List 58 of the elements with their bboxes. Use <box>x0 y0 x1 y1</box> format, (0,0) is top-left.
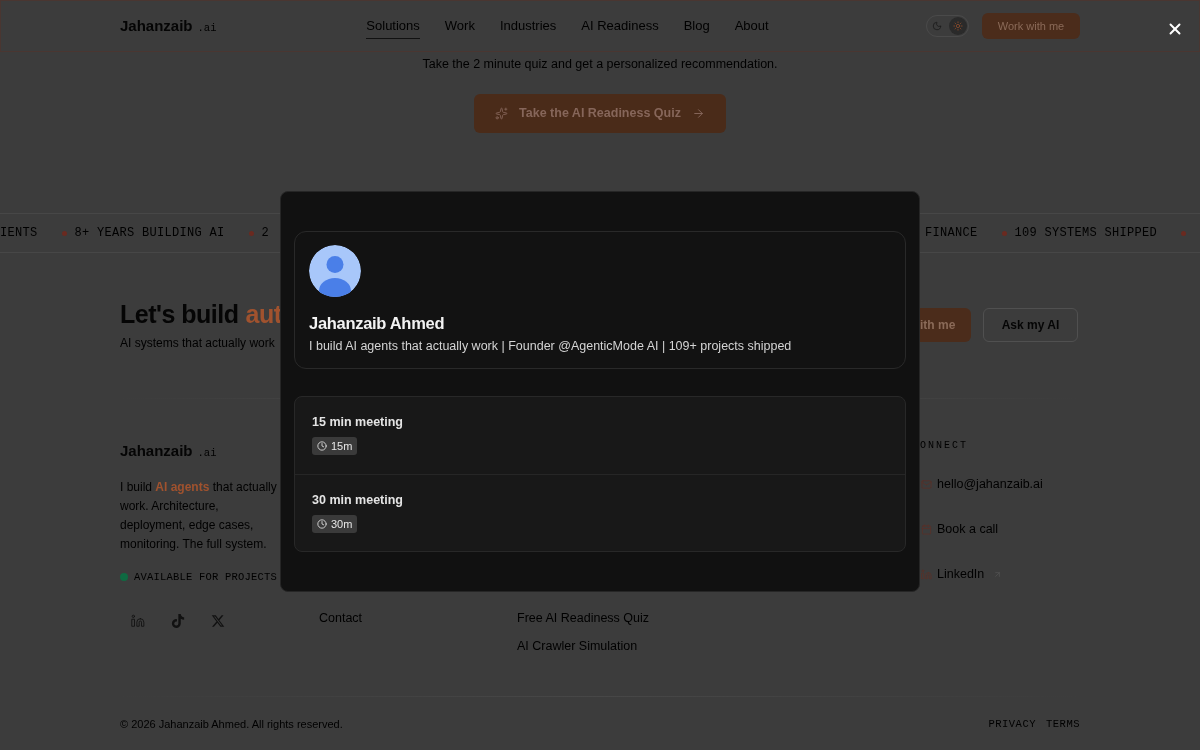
event-row[interactable]: 15 min meeting 15m <box>295 397 905 474</box>
nav-link[interactable]: Work <box>444 14 475 38</box>
ticker-text: FINANCE <box>925 225 978 241</box>
connect-heading: ONNECT <box>920 440 968 452</box>
nav-link[interactable]: About <box>734 14 769 38</box>
work-with-me-button[interactable]: Work with me <box>982 13 1080 39</box>
mail-icon <box>921 478 932 490</box>
person-avatar-icon <box>309 245 361 297</box>
quiz-button[interactable]: Take the AI Readiness Quiz <box>474 94 726 133</box>
nav-link[interactable]: Industries <box>499 14 557 38</box>
duration-badge: 30m <box>312 515 358 533</box>
sun-icon[interactable] <box>949 17 967 35</box>
event-title: 30 min meeting <box>312 492 403 509</box>
linkedin-icon <box>921 568 932 580</box>
logo-suffix: .ai <box>197 20 217 36</box>
bullet-icon <box>61 230 67 236</box>
availability-status: AVAILABLE FOR PROJECTS <box>134 570 278 584</box>
bullet-icon <box>1181 230 1187 236</box>
calendar-icon <box>921 523 932 535</box>
connect-link[interactable]: Book a call <box>937 519 999 539</box>
nav-link[interactable]: Solutions <box>366 13 420 39</box>
ticker-text: 8+ YEARS BUILDING AI <box>74 225 225 241</box>
event-title: 15 min meeting <box>312 414 403 431</box>
legal-link[interactable]: TERMS <box>1046 717 1080 731</box>
footer-link[interactable]: Contact <box>319 608 363 628</box>
profile-name: Jahanzaib Ahmed <box>309 313 446 334</box>
clock-icon <box>317 519 327 529</box>
ticker-text: 2 <box>261 225 270 241</box>
footer-link[interactable]: Free AI Readiness Quiz <box>517 608 649 628</box>
ticker-text: IENTS <box>0 225 38 241</box>
bullet-icon <box>1001 230 1007 236</box>
event-row[interactable]: 30 min meeting 30m <box>295 474 905 551</box>
ticker-text: 109 SYSTEMS SHIPPED <box>1014 225 1158 241</box>
bullet-icon <box>248 230 254 236</box>
connect-link[interactable]: hello@jahanzaib.ai <box>937 474 1043 494</box>
close-icon <box>1166 20 1184 38</box>
footer-logo-suffix: .ai <box>197 446 217 461</box>
duration-badge: 15m <box>312 437 358 455</box>
quiz-subtitle: Take the 2 minute quiz and get a personalized recommendation. <box>422 56 778 73</box>
tiktok-icon[interactable] <box>171 614 185 628</box>
connect-link[interactable]: LinkedIn <box>937 564 985 584</box>
footer-logo-text[interactable]: Jahanzaib <box>120 440 193 462</box>
x-logo-icon[interactable] <box>211 614 225 628</box>
nav-link[interactable]: AI Readiness <box>581 14 659 38</box>
work-with-me-button[interactable]: ith me <box>919 308 971 342</box>
legal-link[interactable]: PRIVACY <box>988 717 1036 731</box>
clock-icon <box>317 441 327 451</box>
close-button[interactable] <box>1166 20 1184 38</box>
footer-link[interactable]: AI Crawler Simulation <box>517 636 638 656</box>
cta-heading-accent: aut <box>245 300 282 328</box>
copyright-text: © 2026 Jahanzaib Ahmed. All rights reserved. <box>120 717 343 731</box>
linkedin-icon[interactable] <box>131 614 145 628</box>
logo-text[interactable]: Jahanzaib <box>120 15 193 36</box>
nav-link[interactable]: Blog <box>683 14 710 38</box>
profile-bio: I build AI agents that actually work | Founder @AgenticMode AI | 109+ projects shipped <box>309 338 793 355</box>
cta-subtitle: AI systems that actually work <box>120 335 276 351</box>
sparkle-icon <box>495 107 509 120</box>
arrow-right-icon <box>691 107 705 120</box>
